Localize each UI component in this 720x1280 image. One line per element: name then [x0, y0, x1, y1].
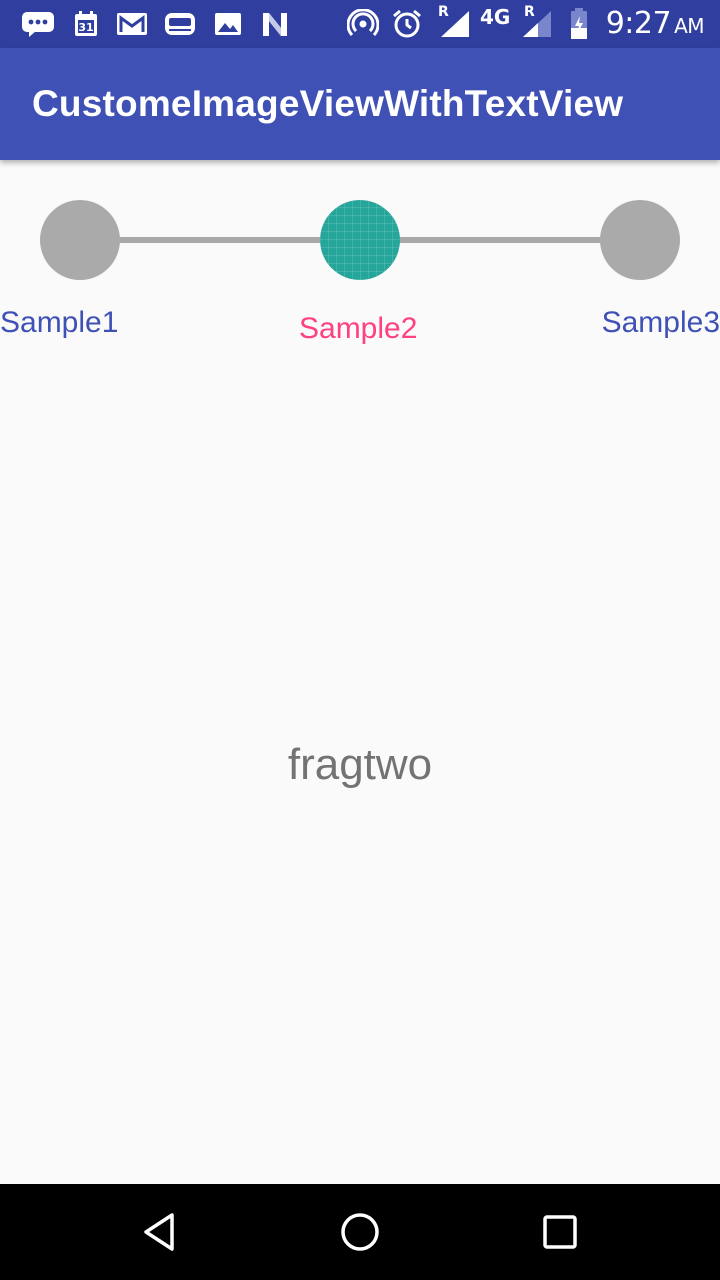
stepper-connector-2: [398, 237, 602, 243]
image-icon: [212, 9, 244, 39]
alarm-icon: [390, 9, 424, 39]
svg-text:31: 31: [78, 21, 93, 34]
message-icon: [20, 9, 56, 39]
step-3-label[interactable]: Sample3: [602, 306, 720, 340]
step-2-circle[interactable]: [320, 200, 400, 280]
calendar-icon: 31: [72, 9, 100, 39]
app-bar: CustomeImageViewWithTextView: [0, 48, 720, 160]
step-1-circle[interactable]: [40, 200, 120, 280]
n-icon: [258, 9, 292, 39]
network-type: 4G: [480, 5, 511, 29]
nav-bar: [0, 1184, 720, 1280]
fragment-text: fragtwo: [287, 740, 433, 789]
status-time: 9:27 AM: [605, 4, 705, 46]
signal-icon: [520, 9, 554, 39]
battery-icon: [566, 8, 592, 39]
app-title: CustomeImageViewWithTextView: [32, 83, 624, 124]
status-clock: 9:27: [605, 6, 672, 41]
recents-icon[interactable]: [536, 1208, 584, 1256]
bus-icon: [162, 9, 198, 39]
status-bar: 31 R 4G R 9:27 AM: [0, 0, 720, 48]
step-2-label[interactable]: Sample2: [299, 312, 417, 346]
signal-icon: [438, 9, 472, 39]
step-3-circle[interactable]: [600, 200, 680, 280]
stepper: Sample1 Sample2 Sample3: [0, 160, 720, 380]
stepper-connector-1: [118, 237, 322, 243]
step-1-label[interactable]: Sample1: [0, 306, 118, 340]
back-icon[interactable]: [136, 1208, 184, 1256]
hotspot-icon: [346, 9, 380, 39]
gmail-icon: [114, 9, 150, 39]
home-icon[interactable]: [336, 1208, 384, 1256]
status-ampm: AM: [674, 14, 704, 38]
